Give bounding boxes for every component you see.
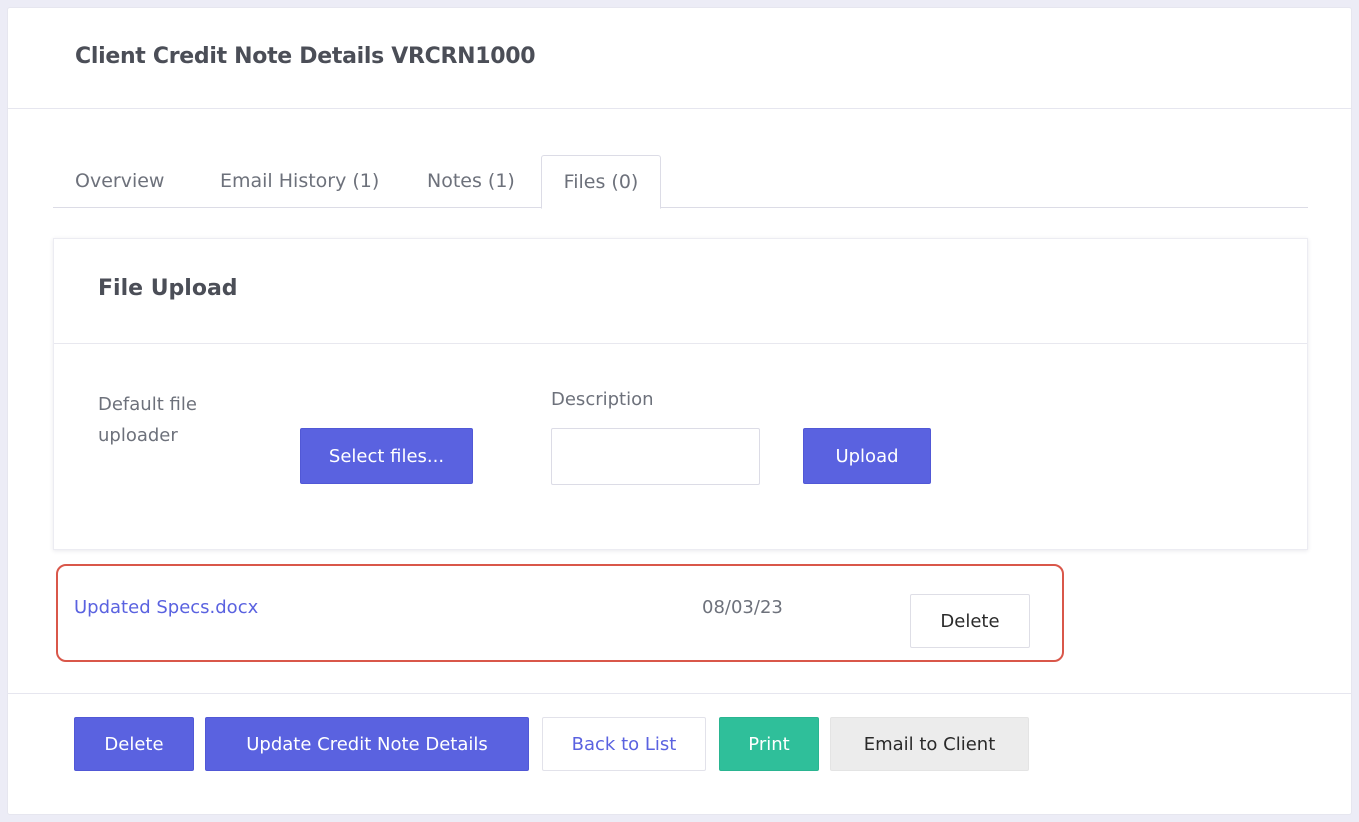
file-list-item: Updated Specs.docx 08/03/23 Delete [56, 564, 1064, 662]
tab-overview[interactable]: Overview [75, 155, 164, 208]
card-header: Client Credit Note Details VRCRN1000 [8, 8, 1351, 109]
tab-notes[interactable]: Notes (1) [427, 155, 515, 208]
default-file-uploader-label: Default file uploader [98, 394, 197, 446]
tab-bar: Overview Email History (1) Notes (1) Fil… [53, 155, 1308, 209]
file-upload-panel: File Upload Default file uploader Select… [53, 238, 1308, 550]
email-to-client-button[interactable]: Email to Client [830, 717, 1029, 771]
tab-files[interactable]: Files (0) [541, 155, 661, 209]
tab-email-history[interactable]: Email History (1) [220, 155, 379, 208]
back-to-list-button[interactable]: Back to List [542, 717, 706, 771]
update-credit-note-button[interactable]: Update Credit Note Details [205, 717, 529, 771]
select-files-button[interactable]: Select files... [300, 428, 473, 484]
description-input[interactable] [551, 428, 760, 485]
upload-button[interactable]: Upload [803, 428, 931, 484]
delete-file-button[interactable]: Delete [910, 594, 1030, 648]
file-upload-header: File Upload [54, 239, 1307, 344]
delete-button[interactable]: Delete [74, 717, 194, 771]
credit-note-card: Client Credit Note Details VRCRN1000 Ove… [7, 7, 1352, 815]
footer-divider [8, 693, 1351, 694]
page-title: Client Credit Note Details VRCRN1000 [75, 44, 536, 69]
file-upload-title: File Upload [98, 276, 238, 301]
description-label: Description [551, 389, 654, 410]
file-name-link[interactable]: Updated Specs.docx [74, 597, 258, 618]
print-button[interactable]: Print [719, 717, 819, 771]
file-date: 08/03/23 [702, 597, 783, 618]
